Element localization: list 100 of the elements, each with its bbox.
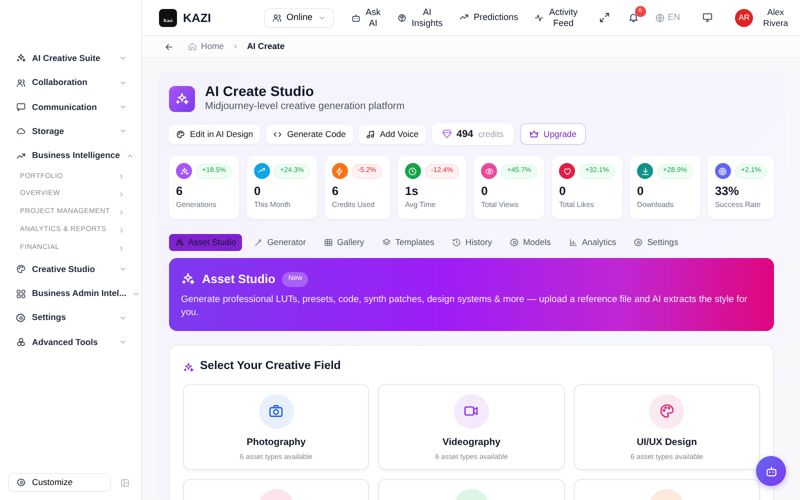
chevron-right-icon	[118, 173, 125, 180]
brand-name: KAZI	[183, 10, 211, 26]
robot-icon	[764, 464, 778, 478]
credits-display: 494 credits	[432, 123, 514, 146]
code-icon	[273, 130, 282, 139]
tab[interactable]: Settings	[628, 234, 684, 252]
bar-chart-icon	[568, 238, 578, 248]
sparkle-icon	[183, 362, 194, 373]
home-icon	[188, 42, 197, 51]
tab[interactable]: Analytics	[562, 234, 622, 252]
sparkle-icon	[181, 272, 195, 286]
back-button[interactable]	[164, 42, 174, 52]
action-button[interactable]: Generate Code	[266, 124, 353, 144]
grid-icon	[16, 288, 26, 299]
brain-icon	[396, 12, 407, 22]
nav-link[interactable]: Ask AI	[348, 6, 384, 28]
history-icon	[452, 238, 462, 248]
chevron-right-icon	[232, 43, 239, 50]
sidebar-item[interactable]: Creative Studio	[0, 256, 141, 282]
pulse-icon	[534, 12, 544, 22]
banner-text: Generate professional LUTs, presets, code, synth patches, design systems & more — upload a reference file and AI extracts the style for you.	[181, 293, 748, 319]
icon-glyph	[408, 166, 418, 176]
tab[interactable]: History	[446, 234, 498, 252]
stat-value: 0	[637, 185, 645, 199]
sidebar-item[interactable]: Advanced Tools	[0, 330, 141, 354]
icon-glyph	[484, 166, 494, 176]
status-dropdown[interactable]: Online	[264, 8, 334, 28]
sidebar-item[interactable]: AI Creative Suite	[0, 46, 141, 70]
display-button[interactable]	[702, 12, 714, 23]
nav-link[interactable]: Predictions	[456, 12, 522, 23]
user-avatar[interactable]: AR	[735, 8, 754, 26]
customize-button[interactable]: Customize	[8, 473, 111, 492]
cloud-icon	[16, 126, 26, 136]
settings-icon	[16, 312, 26, 323]
settings-icon	[634, 238, 644, 248]
users-icon	[16, 78, 26, 88]
icon-glyph	[335, 166, 344, 176]
stat-value: 6	[332, 185, 340, 199]
sidebar-item[interactable]: Storage	[0, 119, 141, 144]
icon-glyph	[562, 166, 572, 176]
sidebar-item[interactable]: Communication	[0, 94, 141, 120]
panel-icon	[120, 478, 130, 488]
user-name: Alex Rivera	[763, 7, 788, 28]
users-icon	[272, 12, 282, 22]
nav-link[interactable]: AI Insights	[394, 6, 446, 28]
sparkle-glyph	[175, 92, 189, 106]
globe-icon	[654, 12, 665, 22]
banner-title: Asset Studio	[202, 271, 276, 288]
icon-glyph	[180, 166, 188, 176]
chevron-right-icon	[118, 191, 125, 198]
trend-icon	[16, 150, 26, 161]
icon-glyph	[718, 166, 728, 176]
robot-icon	[350, 12, 361, 22]
expand-icon	[598, 12, 610, 23]
stat-value: 33%	[714, 185, 740, 199]
fullscreen-button[interactable]	[598, 12, 610, 23]
page-title: AI Create Studio	[205, 84, 315, 100]
breadcrumb-current: AI Create	[246, 40, 285, 53]
settings-icon	[17, 478, 26, 487]
layers-icon	[382, 238, 392, 248]
chevron-right-icon	[118, 244, 125, 252]
chat-icon	[16, 102, 26, 112]
stat-value: 0	[481, 185, 489, 199]
stat-value: 1s	[404, 185, 420, 199]
stat-value: 0	[254, 185, 262, 199]
stat-value: 6	[176, 185, 184, 199]
field-name: Videography	[442, 436, 500, 450]
camera-icon	[268, 403, 284, 420]
sidebar-item[interactable]: Business Admin Intel...	[0, 281, 141, 306]
section-title: Select Your Creative Field	[200, 359, 341, 374]
crown-icon	[528, 129, 539, 140]
trend-icon	[458, 12, 469, 22]
gear-icon	[510, 238, 520, 248]
action-button[interactable]: Edit in AI Design	[169, 124, 260, 144]
nav-link[interactable]: Activity Feed	[531, 6, 581, 28]
tab[interactable]: Templates	[376, 234, 440, 252]
tab[interactable]: Generator	[248, 234, 312, 252]
palette-icon	[658, 403, 675, 420]
field-name: UI/UX Design	[636, 436, 697, 450]
breadcrumb-link[interactable]: Home	[188, 40, 224, 53]
page-subtitle: Midjourney-level creative generation platform	[205, 100, 405, 114]
sidebar-item[interactable]: Settings	[0, 306, 141, 330]
action-button[interactable]: Add Voice	[358, 124, 426, 144]
gem-icon	[442, 129, 452, 140]
monitor-icon	[702, 12, 714, 23]
sidebar-item[interactable]: Business Intelligence	[0, 144, 141, 168]
notifications-button[interactable]	[628, 12, 639, 23]
stat-value: 0	[559, 185, 567, 199]
field-name: Photography	[246, 436, 306, 450]
wand-icon	[254, 238, 264, 248]
sparkle-icon	[175, 238, 184, 248]
sidebar-item[interactable]: Collaboration	[0, 70, 141, 95]
boxes-icon	[16, 337, 26, 348]
bell-icon	[628, 12, 639, 23]
tab[interactable]: Gallery	[318, 234, 370, 252]
upgrade-button[interactable]: Upgrade	[520, 123, 586, 146]
tab[interactable]: Models	[504, 234, 557, 252]
music-note-icon	[366, 130, 375, 139]
chevron-right-icon	[118, 226, 125, 234]
sparkle-icon	[16, 53, 26, 64]
